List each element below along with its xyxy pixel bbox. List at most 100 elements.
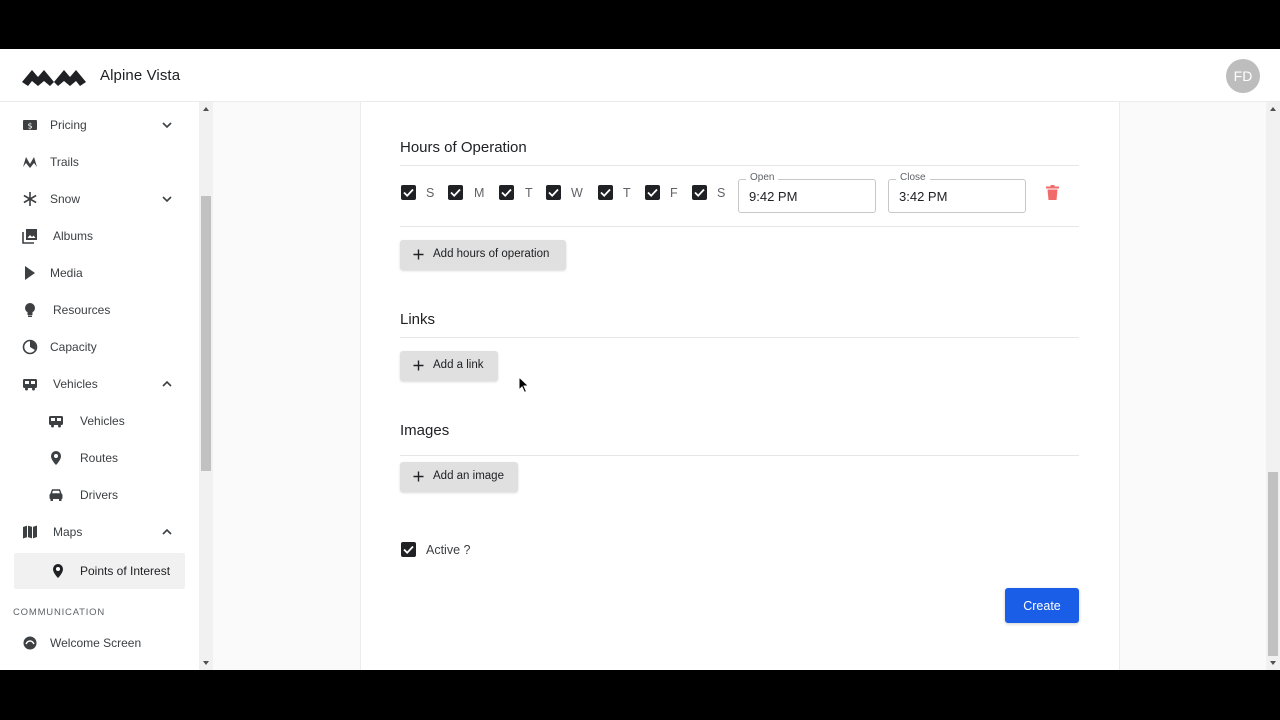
checkmark-icon <box>450 188 461 197</box>
snowflake-icon <box>23 192 37 206</box>
sidebar-item-trails[interactable]: Trails <box>0 147 199 177</box>
create-button[interactable]: Create <box>1005 588 1079 623</box>
day-checkbox-3[interactable] <box>546 185 561 200</box>
sidebar-item-capacity[interactable]: Capacity <box>0 332 199 362</box>
day-label-1: M <box>474 186 485 200</box>
svg-text:$: $ <box>27 122 32 131</box>
chevron-down-icon[interactable] <box>161 119 173 131</box>
day-checkbox-4[interactable] <box>598 185 613 200</box>
bus-icon <box>23 379 37 391</box>
divider <box>400 455 1079 456</box>
place-icon <box>53 564 63 578</box>
day-label-3: W <box>571 186 583 200</box>
active-label: Active ? <box>426 543 471 557</box>
divider <box>400 226 1079 227</box>
close-time-value[interactable]: 3:42 PM <box>899 189 947 204</box>
scroll-up-arrow-icon[interactable] <box>203 107 209 111</box>
divider <box>400 337 1079 338</box>
gauge-icon <box>22 339 38 355</box>
sidebar-subitem-routes[interactable]: Routes <box>0 443 199 473</box>
map-icon <box>23 525 37 539</box>
scroll-up-arrow-icon[interactable] <box>1270 107 1276 111</box>
sidebar-scrollbar-thumb[interactable] <box>201 196 211 471</box>
checkmark-icon <box>403 545 414 554</box>
play-icon <box>25 266 35 280</box>
sidebar-scrollbar[interactable] <box>199 102 213 670</box>
sidebar-subitem-drivers[interactable]: Drivers <box>0 480 199 510</box>
chevron-up-icon[interactable] <box>161 526 173 538</box>
checkmark-icon <box>600 188 611 197</box>
checkmark-icon <box>647 188 658 197</box>
day-label-4: T <box>623 186 631 200</box>
sidebar-item-label: Snow <box>50 192 81 206</box>
open-time-field[interactable]: Open 9:42 PM <box>738 172 876 213</box>
user-avatar[interactable]: FD <box>1226 59 1260 93</box>
brand-logo <box>22 70 86 86</box>
open-time-label: Open <box>746 172 779 183</box>
sidebar-item-label: Capacity <box>50 340 97 354</box>
day-checkbox-0[interactable] <box>401 185 416 200</box>
sidebar-item-label: Maps <box>53 525 83 539</box>
sidebar-item-label: Routes <box>80 451 119 465</box>
day-checkbox-5[interactable] <box>645 185 660 200</box>
chevron-down-icon[interactable] <box>161 193 173 205</box>
scroll-down-arrow-icon[interactable] <box>203 661 209 665</box>
open-time-value[interactable]: 9:42 PM <box>749 189 797 204</box>
checkmark-icon <box>694 188 705 197</box>
day-label-6: S <box>717 186 726 200</box>
dollar-icon: $ <box>23 120 37 131</box>
sidebar-subitem-vehicles[interactable]: Vehicles <box>0 406 199 436</box>
sidebar-item-label: Resources <box>53 303 111 317</box>
sidebar-nav: $ Pricing Trails Snow Albums Media Resou <box>0 102 199 670</box>
car-icon <box>49 489 63 501</box>
mouse-cursor-icon <box>518 376 530 394</box>
scroll-down-arrow-icon[interactable] <box>1270 661 1276 665</box>
sidebar-item-label: Drivers <box>80 488 118 502</box>
sidebar-item-snow[interactable]: Snow <box>0 184 199 214</box>
plus-icon <box>413 360 424 371</box>
sidebar-item-label: Media <box>50 266 83 280</box>
sidebar-item-maps[interactable]: Maps <box>0 517 199 547</box>
sidebar-item-pricing[interactable]: $ Pricing <box>0 110 199 140</box>
add-link-label: Add a link <box>433 359 484 371</box>
bus-icon <box>49 416 63 428</box>
chevron-up-icon[interactable] <box>161 378 173 390</box>
sidebar-item-albums[interactable]: Albums <box>0 221 199 251</box>
day-checkbox-6[interactable] <box>692 185 707 200</box>
checkmark-icon <box>501 188 512 197</box>
plus-icon <box>413 471 424 482</box>
main-scrollbar[interactable] <box>1266 102 1280 670</box>
add-image-label: Add an image <box>433 470 504 482</box>
tablet-icon <box>23 636 37 650</box>
day-checkbox-1[interactable] <box>448 185 463 200</box>
app-window: Alpine Vista FD $ Pricing Trails Snow Al… <box>0 49 1280 670</box>
day-label-0: S <box>426 186 435 200</box>
section-title-images: Images <box>400 422 450 439</box>
day-checkbox-2[interactable] <box>499 185 514 200</box>
hiker-icon <box>23 157 37 168</box>
active-checkbox[interactable] <box>401 542 416 557</box>
checkmark-icon <box>403 188 414 197</box>
sidebar-subitem-points-of-interest[interactable]: Points of Interest <box>14 553 185 589</box>
section-title-hours: Hours of Operation <box>400 139 527 156</box>
location-pin-icon <box>51 451 61 465</box>
divider <box>400 165 1079 166</box>
delete-icon[interactable] <box>1046 185 1059 200</box>
sidebar-item-label: Pricing <box>50 118 87 132</box>
add-link-button[interactable]: Add a link <box>400 351 498 381</box>
sidebar-item-vehicles[interactable]: Vehicles <box>0 369 199 399</box>
close-time-field[interactable]: Close 3:42 PM <box>888 172 1026 213</box>
day-label-2: T <box>525 186 533 200</box>
sidebar-item-welcome-screen[interactable]: Welcome Screen <box>0 628 199 658</box>
photo-library-icon <box>22 229 37 244</box>
close-time-label: Close <box>896 172 930 183</box>
add-image-button[interactable]: Add an image <box>400 462 518 492</box>
sidebar-item-resources[interactable]: Resources <box>0 295 199 325</box>
main-scrollbar-thumb[interactable] <box>1268 472 1278 656</box>
top-app-bar: Alpine Vista FD <box>0 49 1280 102</box>
sidebar-item-label: Vehicles <box>80 414 125 428</box>
sidebar-item-media[interactable]: Media <box>0 258 199 288</box>
plus-icon <box>413 249 424 260</box>
add-hours-button[interactable]: Add hours of operation <box>400 240 566 270</box>
sidebar-item-label: Welcome Screen <box>50 636 142 650</box>
